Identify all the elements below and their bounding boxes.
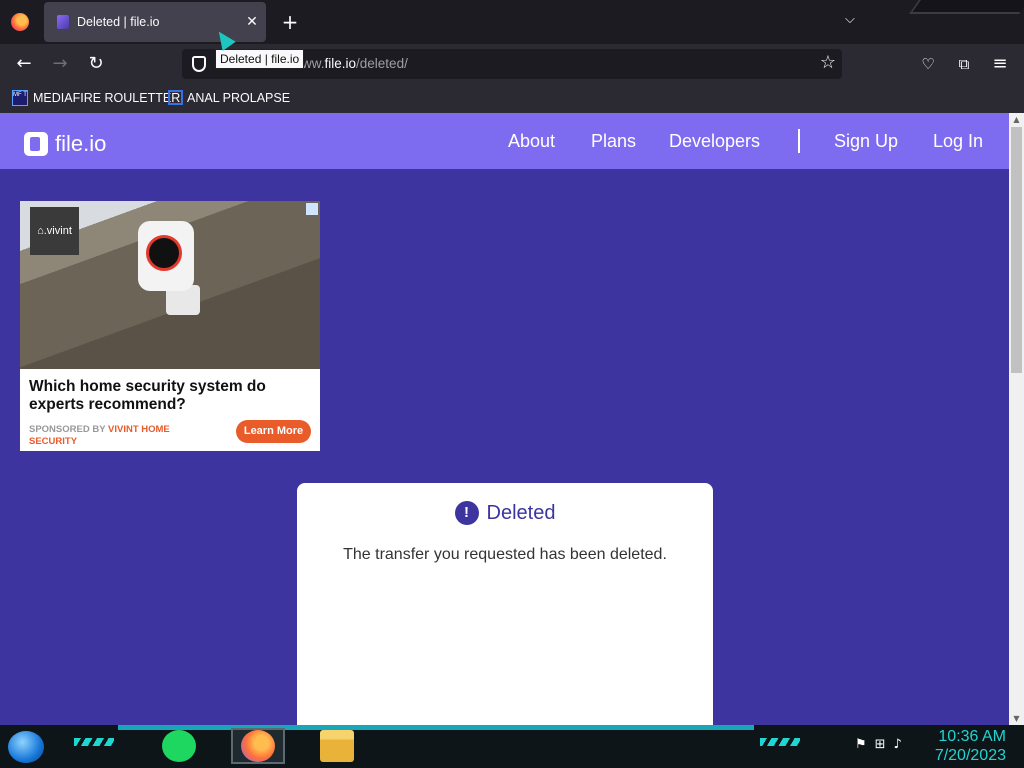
clock-time: 10:36 AM	[938, 728, 1006, 745]
nav-log-in[interactable]: Log In	[933, 131, 983, 152]
scrollbar-thumb[interactable]	[1011, 127, 1022, 373]
bookmark-label: ANAL PROLAPSE	[187, 90, 291, 105]
back-arrow-icon[interactable]: ←	[12, 52, 36, 76]
card-message: The transfer you requested has been dele…	[343, 546, 667, 563]
file-explorer-icon[interactable]	[320, 730, 354, 762]
bookmark-second[interactable]: ANAL PROLAPSE	[168, 90, 290, 105]
fileio-logo-icon	[24, 132, 48, 156]
ad-headline[interactable]: Which home security system do experts re…	[29, 378, 309, 414]
fileio-favicon-icon	[57, 15, 69, 29]
site-header: file.io About Plans Developers Sign Up L…	[0, 113, 1009, 169]
reload-icon[interactable]: ↻	[84, 52, 108, 76]
url-text[interactable]: ww.file.io/deleted/	[302, 56, 408, 71]
close-tab-icon[interactable]: ✕	[238, 14, 266, 30]
bookmark-icon	[168, 90, 183, 105]
window-decoration	[909, 0, 1024, 14]
scroll-down-icon[interactable]: ▼	[1009, 714, 1024, 723]
system-tray[interactable]: ⚑⊞♪	[855, 737, 910, 752]
ad-sponsor: SPONSORED BY VIVINT HOME SECURITY	[29, 424, 170, 447]
advertisement[interactable]: ⌂.vivint Which home security system do e…	[20, 201, 320, 451]
firefox-taskbar-icon[interactable]	[241, 730, 275, 762]
spotify-icon[interactable]	[162, 730, 196, 762]
bookmarks-toolbar: MF T MEDIAFIRE ROULETTER ANAL PROLAPSE	[0, 84, 1024, 113]
forward-arrow-icon[interactable]: →	[48, 52, 72, 76]
tab-title: Deleted | file.io	[77, 15, 160, 29]
page-scrollbar[interactable]: ▲ ▼	[1009, 113, 1024, 725]
scroll-up-icon[interactable]: ▲	[1009, 115, 1024, 124]
new-tab-icon[interactable]: +	[279, 10, 301, 34]
card-header: ! Deleted	[297, 501, 713, 525]
vivint-badge: ⌂.vivint	[30, 207, 79, 255]
firefox-icon[interactable]	[11, 13, 29, 31]
extensions-icon[interactable]: ⧉	[952, 52, 976, 76]
taskbar: ⚑⊞♪ 10:36 AM 7/20/2023	[0, 725, 1024, 768]
chevron-down-icon[interactable]: ⌵	[845, 12, 855, 27]
nav-developers[interactable]: Developers	[669, 131, 760, 152]
deleted-card: ! Deleted The transfer you requested has…	[297, 483, 713, 725]
taskbar-decoration	[760, 738, 800, 746]
logo-text: file.io	[55, 131, 107, 156]
adchoices-icon[interactable]	[306, 203, 318, 215]
clock[interactable]: 10:36 AM 7/20/2023	[935, 727, 1006, 765]
tab-strip: Deleted | file.io ✕ + ⌵	[0, 0, 1024, 44]
card-title: Deleted	[486, 501, 556, 524]
mediafire-bookmark-icon: MF T	[12, 90, 28, 106]
nav-sign-up[interactable]: Sign Up	[834, 131, 898, 152]
exclamation-icon: !	[454, 501, 479, 525]
tab-tooltip: Deleted | file.io	[215, 49, 305, 69]
nav-divider	[798, 129, 800, 153]
ad-image[interactable]: ⌂.vivint	[20, 201, 320, 369]
tracking-shield-icon[interactable]	[192, 56, 206, 72]
nav-plans[interactable]: Plans	[591, 131, 636, 152]
bookmark-mediafire[interactable]: MF T MEDIAFIRE ROULETTER	[12, 90, 180, 106]
navigation-toolbar: ← → ↻ ww.file.io/deleted/ ☆ ♡ ⧉ ≡	[0, 44, 1024, 84]
taskbar-decoration	[74, 738, 114, 746]
learn-more-button[interactable]: Learn More	[236, 420, 311, 443]
web-page: file.io About Plans Developers Sign Up L…	[0, 113, 1009, 725]
pocket-icon[interactable]: ♡	[916, 52, 940, 76]
nav-about[interactable]: About	[508, 131, 555, 152]
camera-lens	[146, 235, 182, 271]
menu-icon[interactable]: ≡	[988, 52, 1012, 76]
taskbar-accent	[118, 725, 754, 730]
bookmark-label: MEDIAFIRE ROULETTER	[33, 91, 181, 105]
site-logo[interactable]: file.io	[24, 131, 106, 157]
bookmark-star-icon[interactable]: ☆	[820, 52, 836, 73]
active-tab[interactable]: Deleted | file.io ✕	[44, 2, 266, 42]
start-button[interactable]	[8, 731, 44, 763]
clock-date: 7/20/2023	[934, 747, 1006, 764]
